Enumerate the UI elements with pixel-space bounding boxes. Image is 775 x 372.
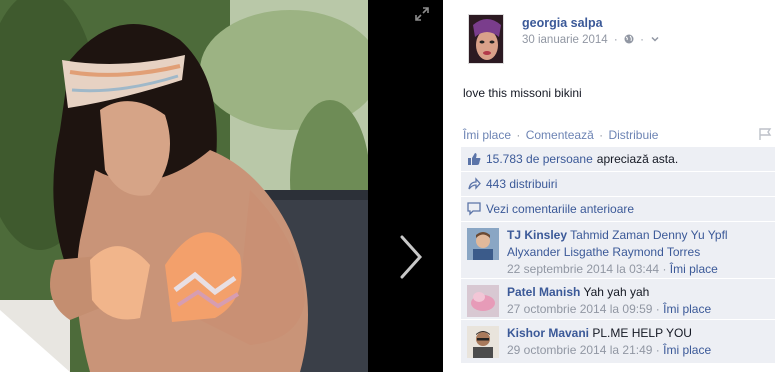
commenter-name[interactable]: Kishor Mavani — [507, 326, 589, 340]
comment-meta: 29 octombrie 2014 la 21:49 · Îmi place — [507, 342, 775, 359]
likes-row: 15.783 de persoane apreciază asta. — [461, 147, 775, 172]
action-separator-2: · — [599, 128, 604, 142]
post-date[interactable]: 30 ianuarie 2014 — [522, 34, 608, 46]
share-icon — [468, 177, 481, 190]
comment-body: Patel Manish Yah yah yah 27 octombrie 20… — [507, 279, 775, 318]
action-separator: · — [516, 128, 521, 142]
comment-link[interactable]: Comentează — [526, 128, 594, 142]
comment-separator: · — [655, 302, 660, 316]
commenter-avatar[interactable] — [467, 228, 499, 260]
share-link[interactable]: Distribuie — [608, 128, 658, 142]
flag-icon[interactable] — [759, 128, 772, 140]
comment-separator: · — [655, 343, 660, 357]
post-actions: Îmi place · Comentează · Distribuie — [463, 128, 658, 142]
comment-icon — [467, 202, 481, 216]
view-previous-row: Vezi comentariile anterioare — [461, 197, 775, 222]
comment-time[interactable]: 22 septembrie 2014 la 03:44 — [507, 262, 659, 276]
comment: Kishor Mavani PL.ME HELP YOU 29 octombri… — [461, 320, 775, 364]
commenter-name[interactable]: Patel Manish — [507, 285, 580, 299]
comment-body: Kishor Mavani PL.ME HELP YOU 29 octombri… — [507, 320, 775, 359]
post-text: love this missoni bikini — [463, 86, 582, 100]
commenter-name[interactable]: TJ Kinsley — [507, 228, 567, 242]
shares-count-link[interactable]: 443 distribuiri — [486, 177, 557, 191]
chevron-down-icon[interactable] — [650, 34, 660, 44]
view-previous-comments-link[interactable]: Vezi comentariile anterioare — [486, 202, 634, 216]
globe-icon — [624, 34, 634, 44]
comment-like-link[interactable]: Îmi place — [663, 302, 711, 316]
chevron-right-icon[interactable] — [396, 233, 426, 281]
comment-meta: 22 septembrie 2014 la 03:44 · Îmi place — [507, 261, 775, 278]
comment-like-link[interactable]: Îmi place — [670, 262, 718, 276]
comment-body: TJ Kinsley Tahmid Zaman Denny Yu Ypfl Al… — [507, 222, 775, 278]
post-side-panel: georgia salpa 30 ianuarie 2014 · · love … — [443, 0, 775, 372]
expand-icon[interactable] — [414, 6, 430, 22]
likes-suffix: apreciază asta. — [596, 152, 679, 166]
comment-time[interactable]: 29 octombrie 2014 la 21:49 — [507, 343, 652, 357]
photo-illustration — [0, 0, 368, 372]
likes-count-link[interactable]: 15.783 de persoane — [486, 152, 593, 166]
meta-separator: · — [613, 34, 618, 46]
comment-like-link[interactable]: Îmi place — [663, 343, 711, 357]
comment-text: Yah yah yah — [583, 285, 650, 299]
shares-row: 443 distribuiri — [461, 172, 775, 197]
comment-separator: · — [662, 262, 667, 276]
comment: Patel Manish Yah yah yah 27 octombrie 20… — [461, 279, 775, 320]
comment-meta: 27 octombrie 2014 la 09:59 · Îmi place — [507, 301, 775, 318]
like-link[interactable]: Îmi place — [463, 128, 511, 142]
post-photo[interactable] — [0, 0, 368, 372]
author-avatar[interactable] — [468, 14, 504, 64]
post-meta: 30 ianuarie 2014 · · — [522, 34, 660, 46]
commenter-avatar[interactable] — [467, 285, 499, 317]
thumbs-up-icon — [468, 153, 481, 165]
photo-viewer — [0, 0, 443, 372]
commenter-avatar[interactable] — [467, 326, 499, 358]
meta-separator-2: · — [640, 34, 644, 46]
author-name[interactable]: georgia salpa — [522, 16, 603, 30]
comment-time[interactable]: 27 octombrie 2014 la 09:59 — [507, 302, 652, 316]
comment: TJ Kinsley Tahmid Zaman Denny Yu Ypfl Al… — [461, 222, 775, 279]
comment-text: PL.ME HELP YOU — [592, 326, 692, 340]
feedback-box: 15.783 de persoane apreciază asta. 443 d… — [461, 147, 775, 364]
